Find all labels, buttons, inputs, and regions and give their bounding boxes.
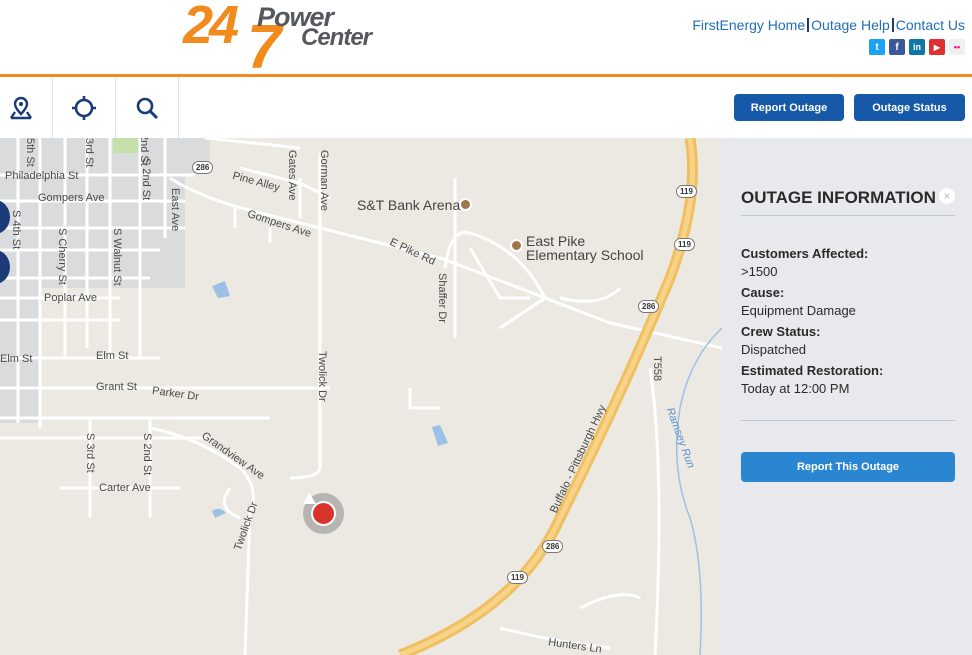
street-label: S Walnut St	[111, 228, 123, 286]
contact-us-link[interactable]: Contact Us	[896, 17, 965, 33]
report-outage-button[interactable]: Report Outage	[734, 94, 844, 121]
street-label: Poplar Ave	[44, 292, 98, 304]
street-label: East Ave	[169, 188, 181, 232]
route-shield: 119	[507, 571, 528, 584]
logo-24: 24	[183, 0, 239, 55]
outage-map-page: 24 7 Power Center FirstEnergy Home Outage…	[0, 0, 972, 655]
customers-label: Customers Affected:	[741, 246, 869, 261]
twitter-icon[interactable]: t	[869, 39, 885, 55]
street-label: S Cherry St	[56, 228, 68, 285]
firstenergy-home-link[interactable]: FirstEnergy Home	[692, 17, 805, 33]
street-label: 2nd St	[138, 138, 150, 166]
street-label: S 4th St	[10, 210, 22, 250]
panel-title: OUTAGE INFORMATION	[741, 188, 936, 207]
flickr-icon[interactable]: ••	[949, 39, 965, 55]
youtube-icon[interactable]: ▶	[929, 39, 945, 55]
restoration-label: Estimated Restoration:	[741, 363, 884, 378]
divider	[741, 420, 955, 421]
link-divider	[807, 18, 810, 32]
street-label: Grant St	[96, 381, 137, 393]
map-toolbar: Report Outage Outage Status	[0, 77, 972, 138]
street-label: 3rd St	[83, 138, 95, 168]
cause-value: Equipment Damage	[741, 303, 856, 318]
locate-me-button[interactable]	[53, 77, 116, 138]
outage-info-panel: OUTAGE INFORMATION × Customers Affected:…	[722, 138, 972, 655]
route-shield: 286	[192, 161, 214, 174]
facebook-icon[interactable]: f	[889, 39, 905, 55]
logo-center: Center	[301, 24, 372, 51]
map-canvas	[0, 138, 722, 655]
close-icon[interactable]: ×	[939, 188, 955, 204]
street-label: Gorman Ave	[318, 150, 330, 211]
outage-help-link[interactable]: Outage Help	[811, 17, 890, 33]
divider	[741, 215, 955, 216]
crew-status-label: Crew Status:	[741, 324, 821, 339]
street-label: Shaffer Dr	[436, 273, 448, 323]
outage-status-button[interactable]: Outage Status	[854, 94, 965, 121]
location-pin-button[interactable]	[0, 77, 53, 138]
route-shield: 286	[638, 300, 660, 313]
arena-poi-icon[interactable]	[459, 198, 472, 211]
street-label: Gates Ave	[286, 150, 298, 201]
social-links: t f in ▶ ••	[869, 39, 965, 55]
street-label: Carter Ave	[99, 482, 151, 494]
linkedin-icon[interactable]: in	[909, 39, 925, 55]
crew-status-value: Dispatched	[741, 342, 807, 357]
route-shield: 286	[542, 540, 564, 553]
warning-triangle-icon	[303, 493, 336, 526]
street-label: Gompers Ave	[38, 192, 105, 204]
street-label: S 2nd St	[141, 433, 153, 476]
search-button[interactable]	[116, 77, 179, 138]
location-pin-icon	[10, 96, 32, 119]
route-shield: 119	[674, 238, 695, 251]
school-poi-icon[interactable]	[510, 239, 523, 252]
site-header: 24 7 Power Center FirstEnergy Home Outage…	[0, 0, 972, 82]
arena-label: S&T Bank Arena	[357, 197, 461, 213]
report-this-outage-button[interactable]: Report This Outage	[741, 452, 955, 482]
cause-label: Cause:	[741, 285, 785, 300]
school-label-line2: Elementary School	[526, 247, 644, 263]
top-links: FirstEnergy Home Outage Help Contact Us	[692, 17, 965, 33]
street-label: Elm St	[0, 353, 33, 365]
street-label: S 3rd St	[84, 433, 96, 473]
outage-map[interactable]: Philadelphia St S 4th St S 2nd St East A…	[0, 138, 722, 655]
customers-value: >1500	[741, 264, 778, 279]
street-label: Philadelphia St	[5, 170, 79, 182]
street-label: Elm St	[96, 350, 129, 362]
street-label: T558	[651, 356, 663, 382]
route-shield: 119	[676, 185, 697, 198]
street-label: Twolick Dr	[316, 351, 328, 402]
restoration-value: Today at 12:00 PM	[741, 381, 850, 396]
search-icon	[136, 97, 159, 119]
power-center-logo[interactable]: 24 7 Power Center	[183, 0, 388, 82]
outage-marker[interactable]	[303, 493, 344, 534]
street-label: 5th St	[24, 138, 36, 167]
crosshair-icon	[72, 95, 96, 120]
link-divider	[891, 18, 894, 32]
